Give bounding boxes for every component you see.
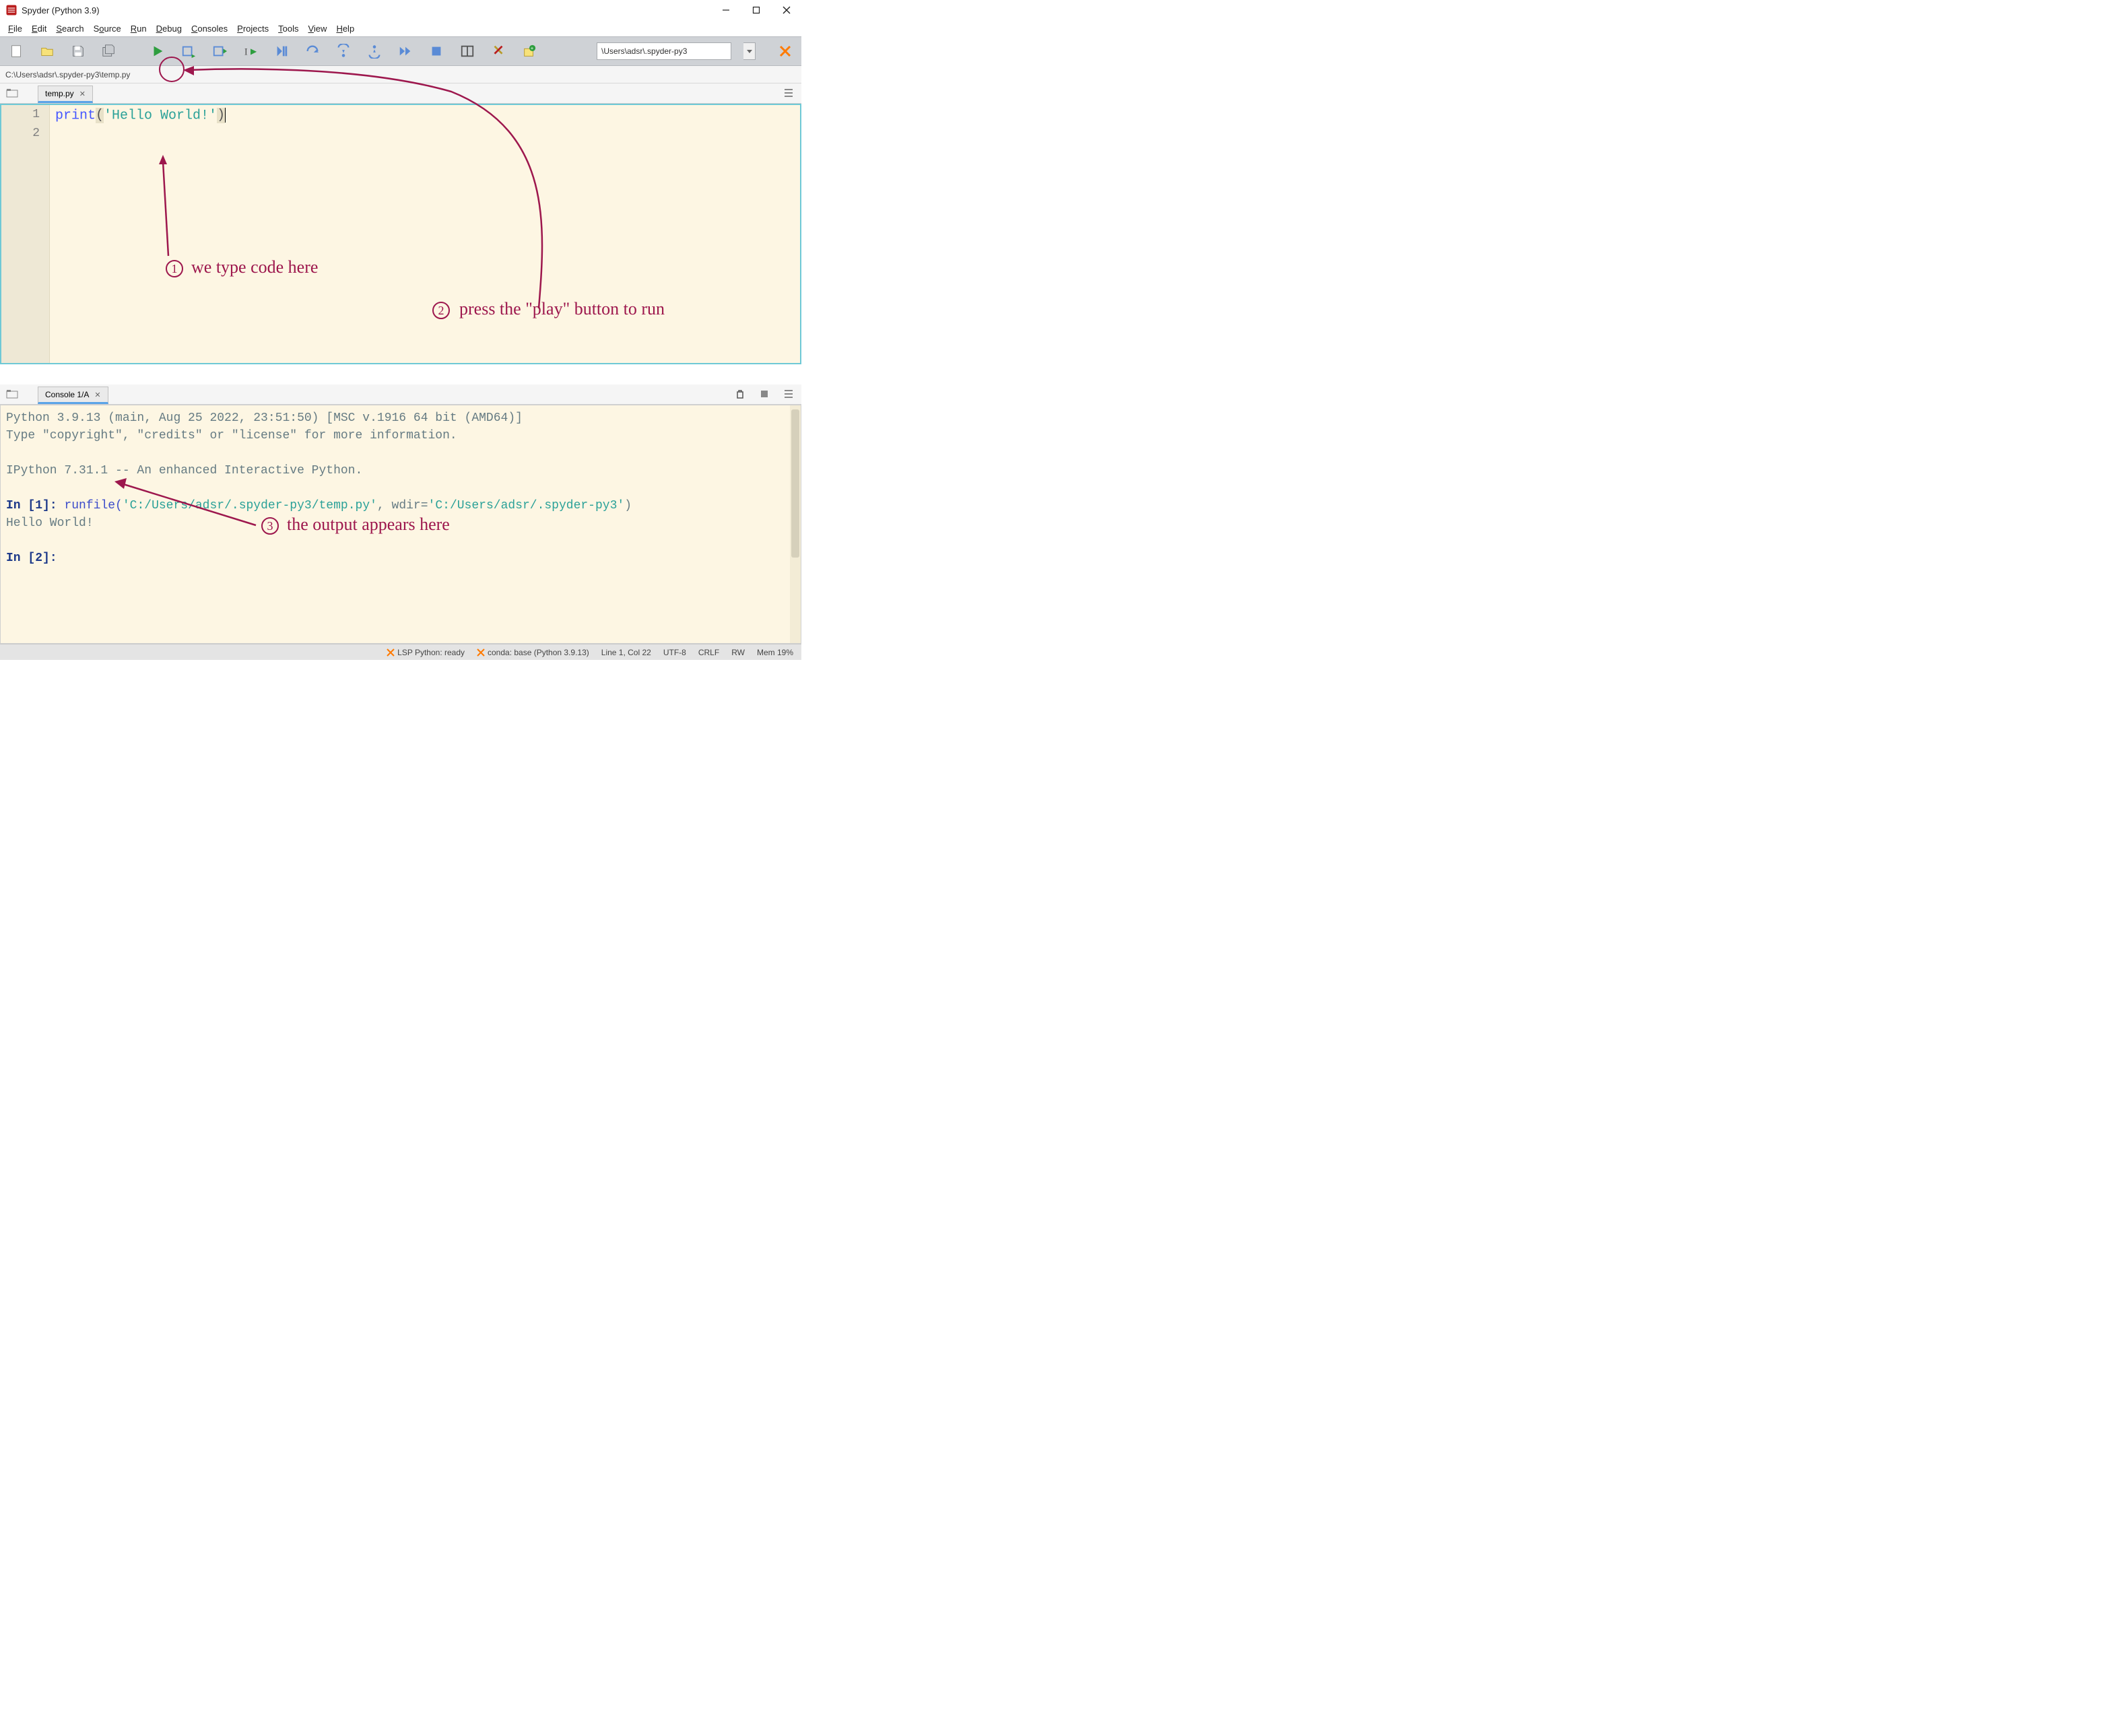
console-output: Hello World! — [6, 514, 795, 532]
main-toolbar: I + \Users\adsr\.spyder-py3 — [0, 36, 801, 66]
console-input-line: In [1]: runfile('C:/Users/adsr/.spyder-p… — [6, 497, 795, 514]
layout-button[interactable] — [458, 42, 477, 61]
run-selection-button[interactable]: I — [241, 42, 260, 61]
spyder-logo-icon — [5, 4, 18, 16]
line-number: 2 — [1, 127, 49, 145]
new-file-button[interactable] — [7, 42, 26, 61]
console-banner: Python 3.9.13 (main, Aug 25 2022, 23:51:… — [6, 409, 795, 427]
run-button[interactable] — [148, 42, 167, 61]
menu-file[interactable]: File — [4, 22, 26, 35]
console-scrollbar[interactable] — [790, 405, 801, 643]
preferences-button[interactable] — [489, 42, 508, 61]
outline-icon[interactable] — [783, 87, 795, 99]
svg-text:+: + — [531, 45, 533, 51]
text-cursor — [225, 108, 226, 123]
line-number: 1 — [1, 108, 49, 127]
editor-tab-temp[interactable]: temp.py ✕ — [38, 86, 93, 103]
save-button[interactable] — [69, 42, 88, 61]
menu-edit[interactable]: Edit — [28, 22, 51, 35]
code-area[interactable]: print('Hello World!') — [50, 105, 800, 363]
tab-close-icon[interactable]: ✕ — [94, 391, 100, 399]
editor-gutter: 1 2 — [1, 105, 50, 363]
open-file-button[interactable] — [38, 42, 57, 61]
status-cursor-pos: Line 1, Col 22 — [601, 648, 651, 657]
menu-consoles[interactable]: Consoles — [187, 22, 232, 35]
console-prompt[interactable]: In [2]: — [6, 549, 795, 567]
tab-close-icon[interactable]: ✕ — [79, 90, 86, 98]
menu-source[interactable]: Source — [90, 22, 125, 35]
ipython-banner: IPython 7.31.1 -- An enhanced Interactiv… — [6, 462, 795, 479]
ipython-console[interactable]: Python 3.9.13 (main, Aug 25 2022, 23:51:… — [0, 405, 801, 644]
cwd-dropdown-button[interactable] — [743, 42, 756, 60]
path-bar: C:\Users\adsr\.spyder-py3\temp.py — [0, 66, 801, 84]
status-conda[interactable]: conda: base (Python 3.9.13) — [477, 648, 589, 657]
debug-step-into-button[interactable] — [334, 42, 353, 61]
debug-continue-button[interactable] — [396, 42, 415, 61]
debug-button[interactable] — [272, 42, 291, 61]
status-encoding[interactable]: UTF-8 — [663, 648, 686, 657]
interrupt-kernel-icon[interactable] — [758, 388, 770, 400]
console-tab[interactable]: Console 1/A ✕ — [38, 387, 108, 404]
menu-projects[interactable]: Projects — [233, 22, 273, 35]
debug-step-out-button[interactable] — [365, 42, 384, 61]
menu-bar: File Edit Search Source Run Debug Consol… — [0, 20, 801, 36]
status-rw: RW — [731, 648, 745, 657]
menu-tools[interactable]: Tools — [274, 22, 302, 35]
tab-label: temp.py — [45, 89, 74, 98]
code-editor[interactable]: 1 2 print('Hello World!') — [0, 104, 801, 364]
menu-help[interactable]: Help — [332, 22, 358, 35]
toolbar-close-icon[interactable] — [776, 42, 795, 61]
pane-splitter[interactable] — [0, 364, 801, 385]
close-window-button[interactable] — [771, 0, 801, 20]
clear-console-icon[interactable] — [734, 388, 746, 400]
status-memory: Mem 19% — [757, 648, 793, 657]
minimize-button[interactable] — [710, 0, 741, 20]
menu-search[interactable]: Search — [52, 22, 88, 35]
cwd-input[interactable]: \Users\adsr\.spyder-py3 — [597, 42, 731, 60]
tab-label: Console 1/A — [45, 390, 89, 399]
window-title: Spyder (Python 3.9) — [22, 5, 100, 15]
current-file-path: C:\Users\adsr\.spyder-py3\temp.py — [5, 70, 130, 79]
console-tabstrip: Console 1/A ✕ — [0, 385, 801, 405]
svg-text:I: I — [244, 47, 248, 58]
status-bar: LSP Python: ready conda: base (Python 3.… — [0, 644, 801, 660]
menu-run[interactable]: Run — [127, 22, 151, 35]
options-icon[interactable] — [783, 388, 795, 400]
run-cell-button[interactable] — [179, 42, 198, 61]
save-all-button[interactable] — [100, 42, 119, 61]
menu-view[interactable]: View — [304, 22, 331, 35]
status-lsp[interactable]: LSP Python: ready — [387, 648, 465, 657]
pythonpath-button[interactable]: + — [520, 42, 539, 61]
title-bar: Spyder (Python 3.9) — [0, 0, 801, 20]
browse-tabs-icon[interactable] — [5, 86, 19, 100]
browse-tabs-icon[interactable] — [5, 387, 19, 401]
maximize-button[interactable] — [741, 0, 771, 20]
console-banner: Type "copyright", "credits" or "license"… — [6, 427, 795, 444]
debug-stop-button[interactable] — [427, 42, 446, 61]
editor-tabstrip: temp.py ✕ — [0, 84, 801, 104]
menu-debug[interactable]: Debug — [152, 22, 186, 35]
debug-step-button[interactable] — [303, 42, 322, 61]
run-cell-advance-button[interactable] — [210, 42, 229, 61]
status-eol[interactable]: CRLF — [698, 648, 719, 657]
